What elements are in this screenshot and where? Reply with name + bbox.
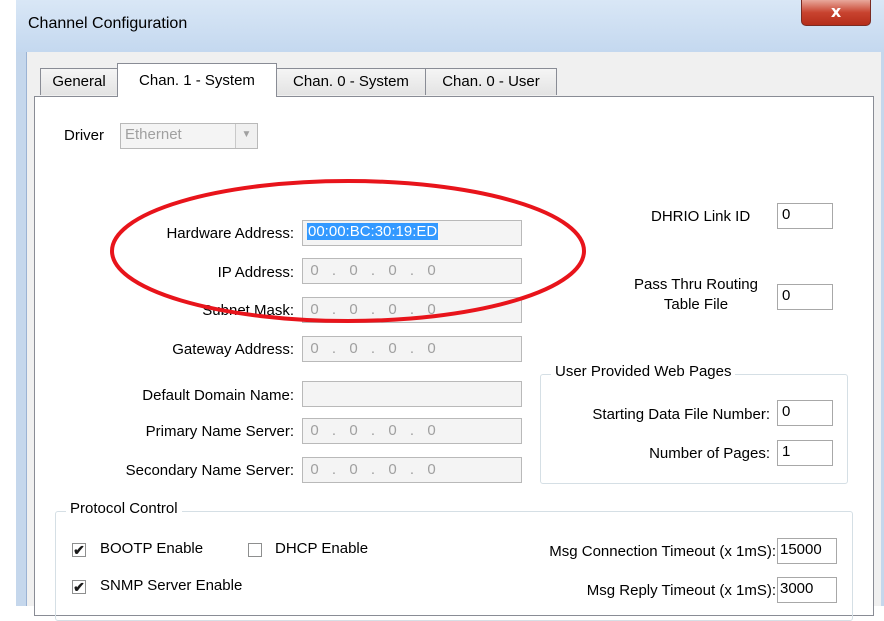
desktop-margin: [0, 0, 16, 606]
tab-general[interactable]: General: [40, 68, 118, 95]
octet-separator: .: [409, 461, 415, 478]
octet-separator: .: [370, 340, 376, 357]
subnet-mask-label: Subnet Mask:: [202, 302, 294, 319]
starting-data-file-label: Starting Data File Number:: [592, 406, 770, 423]
msg-connection-timeout-label: Msg Connection Timeout (x 1mS):: [549, 543, 776, 560]
ip-address-label: IP Address:: [217, 264, 294, 281]
bootp-checkbox[interactable]: ✔: [72, 543, 86, 557]
octet: 0: [427, 262, 436, 279]
octet-separator: .: [331, 461, 337, 478]
octet: 0: [310, 422, 319, 439]
secondary-ns-label: Secondary Name Server:: [125, 462, 294, 479]
ip-address-field[interactable]: 0. 0. 0. 0: [302, 258, 522, 284]
tab-label: Chan. 0 - System: [293, 73, 409, 90]
octet: 0: [427, 301, 436, 318]
octet: 0: [349, 262, 358, 279]
snmp-label: SNMP Server Enable: [100, 577, 243, 594]
octet: 0: [349, 461, 358, 478]
octet: 0: [310, 262, 319, 279]
msg-connection-timeout-field[interactable]: 15000: [777, 538, 837, 564]
starting-data-file-field[interactable]: 0: [777, 400, 833, 426]
chevron-down-icon[interactable]: ▼: [235, 124, 257, 148]
default-domain-field[interactable]: [302, 381, 522, 407]
tab-label: Chan. 1 - System: [139, 72, 255, 89]
subnet-mask-field[interactable]: 0. 0. 0. 0: [302, 297, 522, 323]
primary-ns-field[interactable]: 0. 0. 0. 0: [302, 418, 522, 444]
window-title: Channel Configuration: [28, 15, 188, 32]
pass-thru-routing-field[interactable]: 0: [777, 284, 833, 310]
octet: 0: [388, 301, 397, 318]
octet: 0: [349, 301, 358, 318]
hardware-address-label: Hardware Address:: [166, 225, 294, 242]
octet: 0: [388, 262, 397, 279]
octet: 0: [349, 422, 358, 439]
snmp-checkbox[interactable]: ✔: [72, 580, 86, 594]
octet-separator: .: [370, 262, 376, 279]
octet-separator: .: [370, 461, 376, 478]
octet: 0: [310, 340, 319, 357]
tab-label: Chan. 0 - User: [442, 73, 540, 90]
octet-separator: .: [409, 301, 415, 318]
hardware-address-value: 00:00:BC:30:19:ED: [307, 223, 439, 240]
gateway-address-label: Gateway Address:: [172, 341, 294, 358]
hardware-address-field[interactable]: 00:00:BC:30:19:ED: [302, 220, 522, 246]
tab-chan0-system[interactable]: Chan. 0 - System: [276, 68, 426, 95]
primary-ns-label: Primary Name Server:: [145, 423, 294, 440]
octet-separator: .: [370, 301, 376, 318]
octet-separator: .: [370, 422, 376, 439]
octet-separator: .: [331, 422, 337, 439]
driver-label: Driver: [64, 127, 104, 144]
tab-chan1-system[interactable]: Chan. 1 - System: [117, 63, 277, 97]
octet: 0: [427, 422, 436, 439]
msg-reply-timeout-field[interactable]: 3000: [777, 577, 837, 603]
dhcp-label: DHCP Enable: [275, 540, 369, 557]
protocol-control-label: Protocol Control: [66, 500, 182, 517]
bootp-label: BOOTP Enable: [100, 540, 204, 557]
octet: 0: [388, 340, 397, 357]
default-domain-label: Default Domain Name:: [142, 387, 294, 404]
octet: 0: [349, 340, 358, 357]
octet: 0: [427, 340, 436, 357]
tab-chan0-user[interactable]: Chan. 0 - User: [425, 68, 557, 95]
octet: 0: [310, 301, 319, 318]
pass-thru-label-2: Table File: [663, 296, 729, 313]
octet-separator: .: [409, 340, 415, 357]
dhrio-link-id-label: DHRIO Link ID: [651, 208, 751, 225]
pass-thru-label-1: Pass Thru Routing: [634, 276, 758, 293]
driver-select[interactable]: Ethernet ▼: [120, 123, 258, 149]
msg-reply-timeout-label: Msg Reply Timeout (x 1mS):: [586, 582, 776, 599]
octet: 0: [427, 461, 436, 478]
gateway-address-field[interactable]: 0. 0. 0. 0: [302, 336, 522, 362]
octet: 0: [388, 422, 397, 439]
octet-separator: .: [331, 340, 337, 357]
web-pages-group-label: User Provided Web Pages: [551, 363, 736, 380]
web-pages-group: [540, 374, 848, 484]
octet: 0: [310, 461, 319, 478]
number-of-pages-field[interactable]: 1: [777, 440, 833, 466]
number-of-pages-label: Number of Pages:: [649, 445, 770, 462]
octet: 0: [388, 461, 397, 478]
dhcp-checkbox[interactable]: [248, 543, 262, 557]
octet-separator: .: [331, 301, 337, 318]
close-icon: x: [830, 2, 842, 21]
octet-separator: .: [409, 422, 415, 439]
driver-value: Ethernet: [125, 126, 182, 143]
octet-separator: .: [409, 262, 415, 279]
dhrio-link-id-field[interactable]: 0: [777, 203, 833, 229]
protocol-control-group: [55, 511, 853, 621]
secondary-ns-field[interactable]: 0. 0. 0. 0: [302, 457, 522, 483]
close-button[interactable]: x: [801, 0, 871, 26]
tab-label: General: [52, 73, 106, 90]
octet-separator: .: [331, 262, 337, 279]
